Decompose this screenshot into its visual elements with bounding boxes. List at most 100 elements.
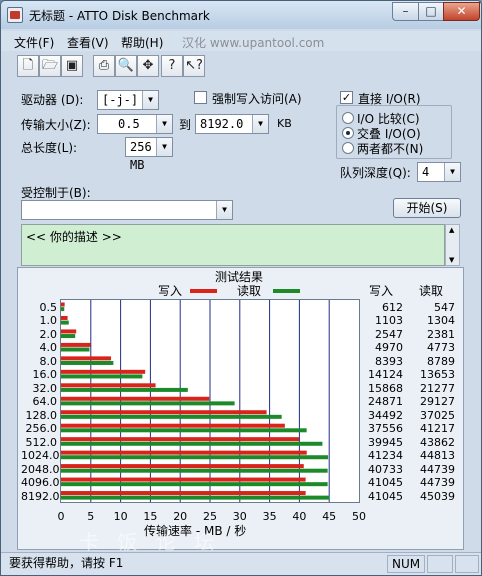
context-help-icon[interactable]: ↖? <box>183 55 205 77</box>
write-value: 8393 <box>375 354 403 368</box>
direct-io-checkbox[interactable]: ✓ <box>340 91 353 104</box>
write-bar <box>61 477 306 482</box>
chevron-down-icon[interactable]: ▼ <box>252 115 268 133</box>
y-tick-label: 2.0 <box>39 327 58 341</box>
neither-radio[interactable] <box>342 142 354 154</box>
write-bar <box>61 464 304 469</box>
y-tick-label: 1024.0 <box>21 449 60 463</box>
save-icon[interactable]: ▣ <box>61 55 83 77</box>
write-bar <box>61 342 91 347</box>
scroll-up-icon[interactable]: ▲ <box>449 226 454 234</box>
transfer-to-value: 8192.0 <box>200 117 244 131</box>
read-value: 13653 <box>420 368 455 382</box>
read-bar <box>61 307 65 312</box>
status-bar: 要获得帮助，请按 F1 NUM <box>1 552 481 575</box>
print-preview-icon[interactable]: 🔍 <box>115 55 137 77</box>
y-tick-label: 1.0 <box>39 314 58 328</box>
menu-view[interactable]: 查看(V) <box>67 34 109 51</box>
description-scrollbar[interactable]: ▲ ▼ <box>445 224 460 266</box>
menu-file[interactable]: 文件(F) <box>14 34 54 51</box>
transfer-to-select[interactable]: 8192.0 ▼ <box>195 114 269 134</box>
write-bar <box>61 491 306 496</box>
chart-plot-area <box>60 299 360 503</box>
write-value: 41234 <box>368 449 403 463</box>
main-window: 无标题 - ATTO Disk Benchmark – □ ✕ 文件(F) 查看… <box>0 0 482 576</box>
print-icon[interactable]: ⎙ <box>93 55 115 77</box>
title-bar[interactable]: 无标题 - ATTO Disk Benchmark – □ ✕ <box>1 1 481 29</box>
read-bar <box>61 428 307 433</box>
description-field[interactable]: << 你的描述 >> <box>21 224 445 266</box>
read-bar <box>61 482 328 487</box>
read-column-header: 读取 <box>419 284 444 298</box>
write-value: 1103 <box>375 314 403 328</box>
write-value: 34492 <box>368 408 403 422</box>
read-value: 1304 <box>427 314 455 328</box>
new-icon[interactable]: 🗋 <box>17 55 39 77</box>
chevron-down-icon[interactable]: ▼ <box>156 138 172 156</box>
force-write-checkbox[interactable] <box>194 91 207 104</box>
transfer-from-select[interactable]: 0.5 ▼ <box>97 114 173 134</box>
write-bar <box>61 369 146 374</box>
chevron-down-icon[interactable]: ▼ <box>156 115 172 133</box>
status-empty-1 <box>427 555 453 573</box>
app-icon <box>7 7 23 23</box>
close-button[interactable]: ✕ <box>443 2 480 21</box>
drive-select[interactable]: [-j-] ▼ <box>97 90 159 110</box>
kb-label: KB <box>277 117 292 130</box>
read-bar <box>61 334 76 339</box>
move-icon[interactable]: ✥ <box>137 55 159 77</box>
y-tick-label: 4096.0 <box>21 476 60 490</box>
to-label: 到 <box>179 118 192 132</box>
read-bar <box>61 468 328 473</box>
write-bar <box>61 383 156 388</box>
x-tick-label: 35 <box>262 510 277 523</box>
write-bar <box>61 329 77 334</box>
y-tick-label: 8192.0 <box>21 489 60 503</box>
window-title: 无标题 - ATTO Disk Benchmark <box>29 9 210 23</box>
y-tick-label: 256.0 <box>25 422 58 436</box>
queue-depth-select[interactable]: 4 ▼ <box>417 162 461 182</box>
y-tick-label: 64.0 <box>32 395 58 409</box>
status-num: NUM <box>387 555 425 573</box>
menu-localization[interactable]: 汉化 www.upantool.com <box>182 34 324 51</box>
chevron-down-icon[interactable]: ▼ <box>142 91 158 109</box>
controlled-by-select[interactable]: ▼ <box>21 200 233 220</box>
menu-help[interactable]: 帮助(H) <box>121 34 163 51</box>
overlapped-io-radio[interactable] <box>342 127 354 139</box>
io-compare-radio[interactable] <box>342 112 354 124</box>
drive-label: 驱动器 (D): <box>21 93 84 107</box>
controlled-by-label: 受控制于(B): <box>21 186 91 200</box>
start-button[interactable]: 开始(S) <box>393 198 461 218</box>
write-value: 14124 <box>368 368 403 382</box>
help-icon[interactable]: ? <box>161 55 183 77</box>
open-icon[interactable]: 🗁 <box>39 55 61 77</box>
queue-depth-value: 4 <box>422 165 430 179</box>
chevron-down-icon[interactable]: ▼ <box>444 163 460 181</box>
write-bar <box>61 437 300 442</box>
menu-bar: 文件(F) 查看(V) 帮助(H) 汉化 www.upantool.com <box>1 31 481 51</box>
read-value: 29127 <box>420 395 455 409</box>
write-value: 39945 <box>368 435 403 449</box>
chevron-down-icon[interactable]: ▼ <box>216 201 232 219</box>
force-write-label: 强制写入访问(A) <box>212 92 302 106</box>
minimize-button[interactable]: – <box>392 2 419 21</box>
read-legend-label: 读取 <box>237 284 262 298</box>
y-tick-label: 4.0 <box>39 341 58 355</box>
write-value: 40733 <box>368 462 403 476</box>
x-tick-label: 5 <box>87 510 95 523</box>
write-bar <box>61 302 65 307</box>
maximize-button[interactable]: □ <box>418 2 444 21</box>
total-length-select[interactable]: 256 MB ▼ <box>125 137 173 172</box>
write-legend-label: 写入 <box>158 284 183 298</box>
read-value: 4773 <box>427 341 455 355</box>
status-empty-2 <box>455 555 479 573</box>
scroll-down-icon[interactable]: ▼ <box>449 256 454 264</box>
read-bar <box>61 360 114 365</box>
write-bar <box>61 356 112 361</box>
x-tick-label: 10 <box>113 510 128 523</box>
x-tick-label: 0 <box>57 510 65 523</box>
transfer-size-label: 传输大小(Z): <box>21 118 91 132</box>
y-tick-label: 32.0 <box>32 381 58 395</box>
write-bar <box>61 396 210 401</box>
read-value: 44739 <box>420 462 455 476</box>
